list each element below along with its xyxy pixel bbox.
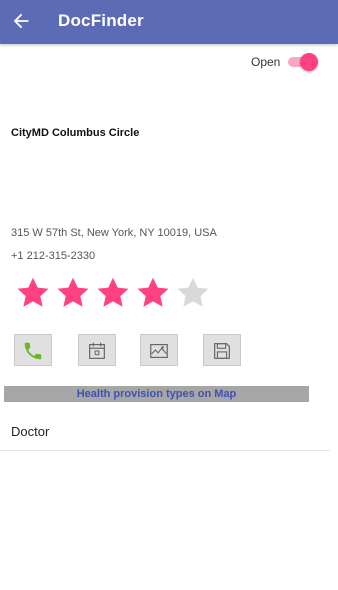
open-status-label: Open <box>251 55 281 69</box>
provision-type-label: Doctor <box>11 424 50 439</box>
rating-bar[interactable] <box>13 275 213 311</box>
toggle-thumb <box>300 53 318 71</box>
star-icon[interactable] <box>93 275 133 311</box>
star-icon[interactable] <box>53 275 93 311</box>
map-icon <box>150 343 168 359</box>
phone-icon <box>24 342 42 360</box>
star-icon[interactable] <box>13 275 53 311</box>
calendar-button[interactable] <box>78 334 116 366</box>
back-arrow-icon[interactable] <box>10 10 32 32</box>
star-icon[interactable] <box>133 275 173 311</box>
place-phone: +1 212-315-2330 <box>11 250 96 262</box>
save-button[interactable] <box>203 334 241 366</box>
calendar-icon <box>89 342 105 359</box>
divider <box>0 450 330 451</box>
call-button[interactable] <box>14 334 52 366</box>
app-title: DocFinder <box>58 11 144 30</box>
health-types-map-button[interactable]: Health provision types on Map <box>4 386 309 402</box>
save-icon <box>214 343 230 359</box>
action-buttons <box>0 334 338 368</box>
place-address: 315 W 57th St, New York, NY 10019, USA <box>11 227 217 239</box>
app-bar: DocFinder <box>0 0 338 44</box>
map-button[interactable] <box>140 334 178 366</box>
place-name: CityMD Columbus Circle <box>11 127 140 139</box>
star-icon[interactable] <box>173 275 213 311</box>
open-toggle[interactable] <box>288 53 318 71</box>
